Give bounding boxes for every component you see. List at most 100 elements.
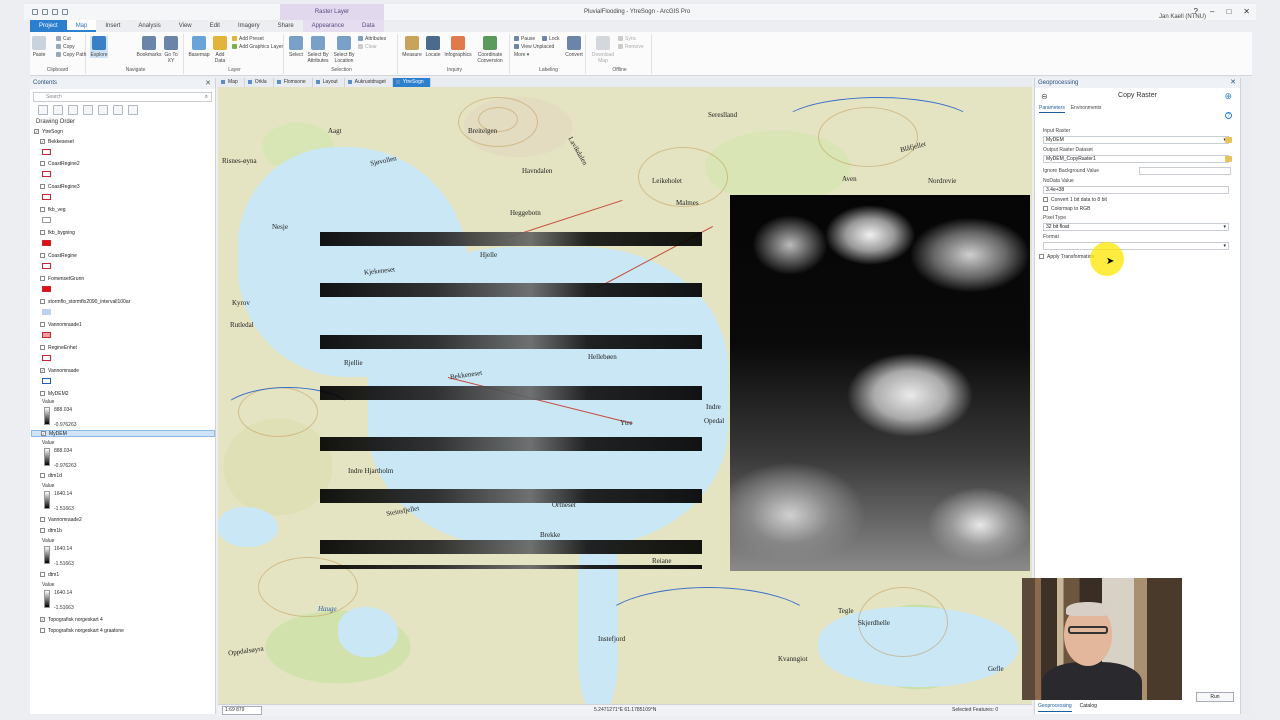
- tab-map[interactable]: Map: [66, 20, 97, 32]
- convert-button[interactable]: Convert: [564, 36, 584, 58]
- folder-icon[interactable]: [1225, 156, 1232, 162]
- layer-item[interactable]: RegineEnhet: [40, 345, 77, 352]
- help-icon[interactable]: ?: [1225, 112, 1232, 119]
- pane-close-icon[interactable]: ✕: [205, 78, 211, 89]
- nodata-field[interactable]: 3.4e+38: [1043, 186, 1229, 194]
- download-map-button[interactable]: Download Map: [590, 36, 616, 64]
- layer-checkbox[interactable]: [40, 161, 45, 167]
- polygon-symbol[interactable]: [42, 240, 51, 246]
- input-raster-field[interactable]: MyDEM▾: [1043, 136, 1229, 144]
- view-unplaced-button[interactable]: View Unplaced: [514, 44, 554, 51]
- layer-checkbox[interactable]: [40, 517, 45, 523]
- view-tab-orkla[interactable]: Orkla: [245, 78, 274, 87]
- locate-button[interactable]: Locate: [424, 36, 442, 58]
- sync-button[interactable]: Sync: [618, 36, 636, 43]
- clear-button[interactable]: Clear: [358, 44, 377, 51]
- minimize-icon[interactable]: –: [1210, 4, 1214, 20]
- layer-checkbox[interactable]: [40, 628, 45, 634]
- colormap-rgb-checkbox[interactable]: Colormap to RGB: [1043, 206, 1090, 212]
- list-by-editing-icon[interactable]: [83, 105, 93, 115]
- tab-appearance[interactable]: Appearance: [302, 20, 354, 32]
- tab-geoprocessing[interactable]: Geoprocessing: [1038, 703, 1072, 712]
- layer-item[interactable]: dtm1d: [40, 473, 62, 480]
- coordinate-conversion-button[interactable]: Coordinate Conversion: [474, 36, 506, 64]
- checkbox[interactable]: [1043, 197, 1048, 203]
- view-tab-aukrustdraget[interactable]: Aukrustdraget: [345, 78, 393, 87]
- layer-checkbox[interactable]: [40, 345, 45, 351]
- layer-checkbox[interactable]: [40, 473, 45, 479]
- close-icon[interactable]: ✕: [1243, 4, 1250, 20]
- pixel-type-select[interactable]: 32 bit float ▾: [1043, 223, 1229, 231]
- add-data-button[interactable]: Add Data: [210, 36, 230, 64]
- polygon-symbol[interactable]: [42, 355, 51, 361]
- view-tab-layout[interactable]: Layout: [313, 78, 345, 87]
- go-to-xy-button[interactable]: Go To XY: [162, 36, 180, 64]
- quick-access-toolbar[interactable]: [32, 9, 68, 15]
- tab-view[interactable]: View: [170, 20, 201, 32]
- search-icon[interactable]: ⌕: [205, 93, 208, 101]
- layer-item[interactable]: dtm1: [40, 572, 59, 579]
- polygon-symbol[interactable]: [42, 149, 51, 155]
- layer-checkbox[interactable]: [40, 276, 45, 282]
- copy-path-button[interactable]: Copy Path: [56, 52, 86, 59]
- layer-checkbox[interactable]: [40, 299, 45, 305]
- layer-checkbox[interactable]: [40, 184, 45, 190]
- layer-item[interactable]: ✓ Bekkeseset: [40, 139, 74, 146]
- lock-button[interactable]: Lock: [542, 36, 560, 43]
- layer-checkbox[interactable]: [40, 528, 45, 534]
- tab-insert[interactable]: Insert: [96, 20, 129, 32]
- layer-item[interactable]: MyDEM2: [40, 391, 69, 398]
- layer-item[interactable]: CoastRegine3: [40, 184, 80, 191]
- layer-item[interactable]: Vannomraade2: [40, 517, 82, 524]
- signed-in-user[interactable]: Jan Kaell (NTNU): [1159, 14, 1206, 20]
- tab-catalog[interactable]: Catalog: [1080, 703, 1097, 712]
- list-by-drawing-order-icon[interactable]: [38, 105, 48, 115]
- tab-project[interactable]: Project: [30, 20, 67, 32]
- layer-item-selected[interactable]: ✓ MyDEM: [31, 430, 215, 437]
- tab-environments[interactable]: Environments: [1071, 104, 1102, 113]
- polygon-symbol[interactable]: [42, 332, 51, 338]
- measure-button[interactable]: Measure: [402, 36, 422, 58]
- basemap-button[interactable]: Basemap: [188, 36, 210, 58]
- polygon-symbol[interactable]: [42, 194, 51, 200]
- bookmarks-button[interactable]: Bookmarks: [136, 36, 162, 58]
- polygon-symbol[interactable]: [42, 309, 51, 315]
- color-ramp[interactable]: [44, 546, 50, 564]
- layer-checkbox[interactable]: ✓: [40, 617, 45, 623]
- select-button[interactable]: Select: [288, 36, 304, 58]
- tab-data[interactable]: Data: [353, 20, 384, 32]
- expand-checkbox[interactable]: ✓: [34, 129, 39, 135]
- layer-checkbox[interactable]: [40, 322, 45, 328]
- tab-imagery[interactable]: Imagery: [229, 20, 269, 32]
- layer-item[interactable]: FomensetGrunn: [40, 276, 84, 283]
- scale-selector[interactable]: 1:69 879: [222, 706, 262, 715]
- color-ramp[interactable]: [44, 448, 50, 466]
- ignore-background-field[interactable]: [1139, 167, 1231, 175]
- open-icon[interactable]: [42, 9, 48, 15]
- layer-item[interactable]: Topografisk norgeskart 4 graatone: [40, 628, 124, 635]
- tab-edit[interactable]: Edit: [201, 20, 229, 32]
- polygon-symbol[interactable]: [42, 171, 51, 177]
- view-tab-map[interactable]: Map: [218, 78, 245, 87]
- layer-item[interactable]: ✓ Topografisk norgeskart 4: [40, 617, 103, 624]
- layer-checkbox[interactable]: ✓: [40, 368, 45, 374]
- redo-icon[interactable]: [62, 9, 68, 15]
- format-select[interactable]: ▾: [1043, 242, 1229, 250]
- add-graphics-layer-button[interactable]: Add Graphics Layer: [232, 44, 283, 51]
- checkbox[interactable]: [1039, 254, 1044, 260]
- explore-button[interactable]: Explore: [90, 36, 108, 58]
- map-node[interactable]: ✓ YtreSogn: [34, 129, 63, 136]
- layer-checkbox[interactable]: ✓: [40, 139, 45, 145]
- remove-button[interactable]: Remove: [618, 44, 644, 51]
- polygon-symbol[interactable]: [42, 378, 51, 384]
- select-by-attributes-button[interactable]: Select By Attributes: [306, 36, 330, 64]
- layer-item[interactable]: fkb_bygning: [40, 230, 75, 237]
- tab-share[interactable]: Share: [269, 20, 303, 32]
- more-button[interactable]: More ▾: [514, 52, 529, 59]
- pane-close-icon[interactable]: ✕: [1230, 78, 1236, 88]
- add-icon[interactable]: ⊕: [1224, 91, 1232, 102]
- layer-item[interactable]: CoastRegine: [40, 253, 77, 260]
- list-by-snapping-icon[interactable]: [98, 105, 108, 115]
- layer-item[interactable]: stormflo_stormflo2090_intervall100ar: [40, 299, 130, 306]
- list-by-labeling-icon[interactable]: [113, 105, 123, 115]
